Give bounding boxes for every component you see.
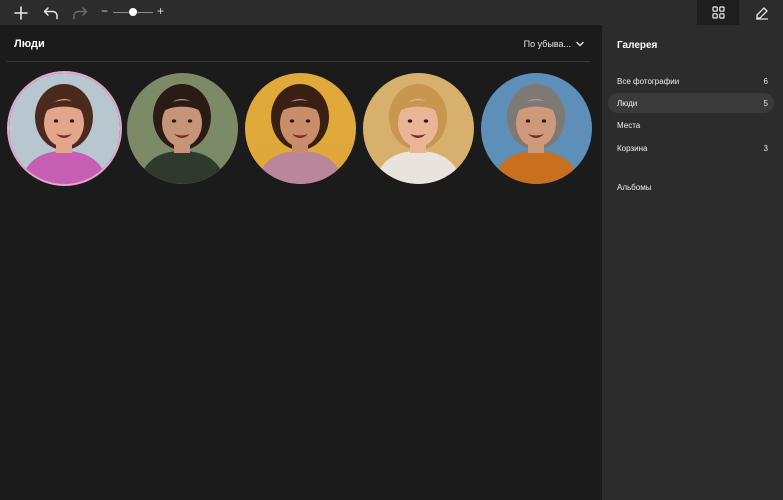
person-avatar[interactable]: [245, 73, 356, 184]
sidebar-title: Галерея: [617, 40, 658, 51]
undo-icon: [43, 6, 58, 19]
person-photo: [127, 73, 238, 184]
content-header: Люди По убыва...: [7, 25, 590, 62]
zoom-in-button[interactable]: +: [157, 4, 164, 18]
sidebar-item-places[interactable]: Места: [608, 115, 774, 135]
person-photo: [363, 73, 474, 184]
pencil-icon: [755, 6, 768, 20]
person-avatar[interactable]: [363, 73, 474, 184]
person-avatar[interactable]: [9, 73, 120, 184]
person-photo: [245, 73, 356, 184]
redo-button[interactable]: [69, 0, 91, 25]
redo-icon: [73, 6, 88, 19]
sidebar-item-label: Все фотографии: [617, 76, 680, 86]
sidebar-item-trash[interactable]: Корзина 3: [608, 138, 774, 158]
sidebar-item-label: Люди: [617, 98, 638, 108]
sort-label: По убыва...: [523, 39, 571, 49]
sidebar-item-count: 6: [763, 76, 768, 86]
zoom-out-button[interactable]: −: [101, 4, 108, 18]
person-avatar[interactable]: [481, 73, 592, 184]
plus-icon: [14, 5, 28, 20]
main-content: Люди По убыва...: [0, 25, 602, 500]
people-grid: [9, 73, 594, 184]
sort-dropdown[interactable]: По убыва...: [524, 39, 584, 49]
add-button[interactable]: [10, 0, 32, 25]
zoom-slider-handle[interactable]: [129, 8, 137, 16]
sidebar-item-label: Корзина: [617, 143, 648, 153]
person-photo: [9, 73, 120, 184]
sidebar-section-albums[interactable]: Альбомы: [617, 183, 651, 192]
gallery-sidebar: Галерея Все фотографии 6 Люди 5 Места Ко…: [602, 25, 783, 500]
photos-app: − + Люди По убыва... Галерея Все фотогра…: [0, 0, 783, 500]
sidebar-item-count: 3: [763, 143, 768, 153]
person-avatar[interactable]: [127, 73, 238, 184]
grid-icon: [711, 6, 725, 19]
grid-view-button[interactable]: [697, 0, 739, 25]
person-photo: [481, 73, 592, 184]
page-title: Люди: [14, 38, 45, 50]
chevron-down-icon: [576, 41, 584, 47]
undo-button[interactable]: [40, 0, 62, 25]
top-toolbar: − +: [0, 0, 783, 25]
sidebar-item-label: Места: [617, 120, 641, 130]
sidebar-item-all-photos[interactable]: Все фотографии 6: [608, 71, 774, 91]
edit-button[interactable]: [740, 0, 783, 25]
sidebar-item-people[interactable]: Люди 5: [608, 93, 774, 113]
sidebar-item-count: 5: [763, 98, 768, 108]
